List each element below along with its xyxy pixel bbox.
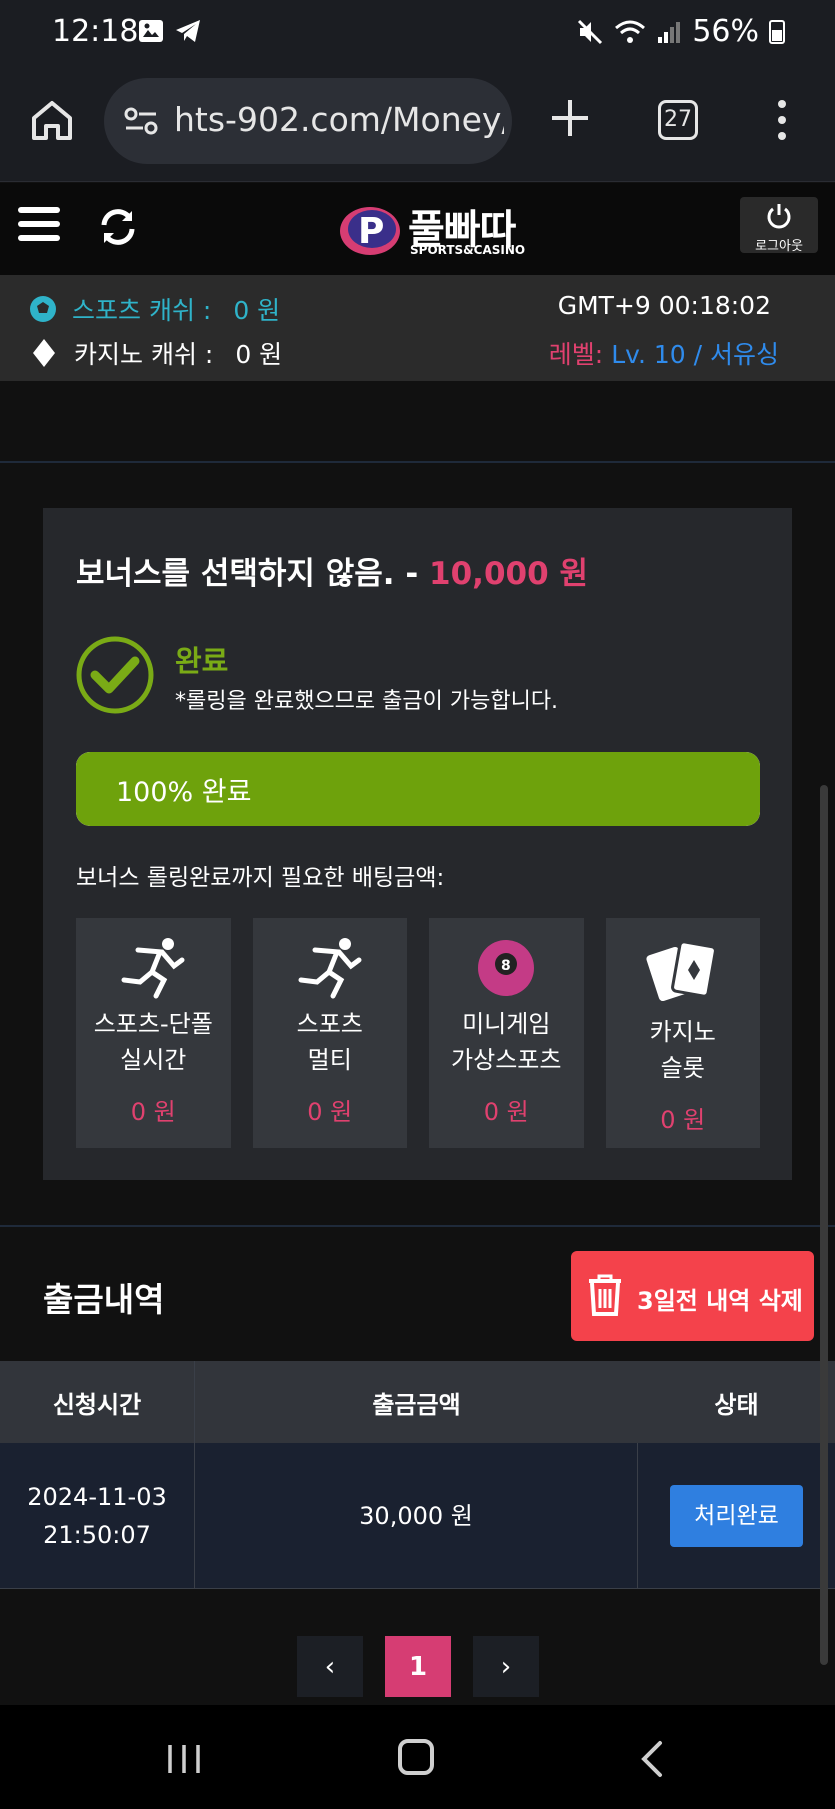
delete-history-label: 3일전 내역 삭제 (637, 1287, 803, 1315)
battery-percent: 56% (692, 14, 759, 49)
home-nav-icon[interactable] (398, 1739, 434, 1775)
runner-icon (121, 938, 185, 999)
tab-switcher-button[interactable]: 27 (658, 100, 698, 140)
server-time: GMT+9 00:18:02 (557, 291, 771, 320)
casino-cash-value: 0 원 (235, 340, 283, 369)
rolling-status: 완료 (175, 644, 229, 678)
scrollbar[interactable] (820, 785, 828, 1665)
rolling-note: *롤링을 완료했으므로 출금이 가능합니다. (175, 689, 559, 714)
amount-cell: 30,000 원 (195, 1443, 638, 1588)
menu-icon[interactable] (18, 207, 60, 247)
category-name: 카지노 슬롯 (649, 1018, 716, 1082)
sports-cash-value: 0 원 (233, 296, 281, 325)
logout-label: 로그아웃 (755, 239, 803, 254)
status-cell: 처리완료 (638, 1443, 835, 1588)
svg-text:8: 8 (501, 958, 511, 974)
spacer (0, 381, 835, 463)
category-value: 0 원 (483, 1098, 529, 1126)
category-value: 0 원 (130, 1098, 176, 1126)
bonus-panel: 보너스를 선택하지 않음. - 10,000 원 완료 *롤링을 완료했으므로 … (43, 508, 792, 1180)
pagination: ‹ 1 › (297, 1636, 539, 1697)
status-right: 56% (576, 14, 785, 49)
trash-icon (589, 1274, 621, 1316)
category-name: 스포츠-단폴 실시간 (93, 1010, 213, 1074)
address-bar[interactable]: hts-902.com/Money/ (104, 78, 512, 164)
status-bar: 12:18 56% (0, 0, 835, 66)
more-menu-icon[interactable] (770, 96, 794, 144)
diamond-icon (33, 339, 55, 367)
back-icon[interactable] (640, 1739, 664, 1779)
category-value: 0 원 (660, 1106, 706, 1134)
bonus-title: 보너스를 선택하지 않음. - 10,000 원 (76, 548, 588, 593)
delete-history-button[interactable]: 3일전 내역 삭제 (571, 1251, 814, 1341)
eight-ball-icon: 8 (478, 940, 535, 996)
check-circle-icon (76, 636, 154, 714)
site-settings-icon[interactable] (124, 106, 158, 136)
url-text: hts-902.com/Money/ (174, 100, 504, 139)
refresh-icon[interactable] (98, 207, 138, 247)
table-header: 신청시간 출금금액 상태 (0, 1361, 835, 1443)
category-card: 스포츠-단폴 실시간 0 원 (76, 918, 231, 1148)
bonus-amount: 10,000 원 (429, 556, 588, 592)
wifi-icon (615, 20, 646, 43)
page-button-current[interactable]: 1 (385, 1636, 451, 1697)
sports-cash-label: 스포츠 캐쉬 : (72, 296, 212, 325)
sports-cash-row: 스포츠 캐쉬 : 0 원 (28, 291, 280, 327)
withdrawal-title: 출금내역 (43, 1280, 165, 1319)
signal-icon (658, 21, 681, 43)
power-icon (767, 204, 791, 229)
status-badge[interactable]: 처리완료 (670, 1484, 803, 1547)
level-label: 레벨: (548, 340, 604, 369)
site-logo[interactable]: P 풀빠따 SPORTS&CASINO (338, 197, 528, 261)
category-name: 스포츠 멀티 (296, 1010, 363, 1074)
rolling-progress-bar: 100% 완료 (76, 752, 760, 826)
rolling-categories: 스포츠-단폴 실시간 0 원 스포츠 멀티 0 원 8 미니게임 가상스포츠 0 원 … (76, 918, 760, 1148)
home-icon[interactable] (30, 98, 74, 142)
logo-emblem-icon: P (340, 207, 400, 255)
withdrawal-header: 출금내역 3일전 내역 삭제 (0, 1225, 835, 1361)
column-header: 출금금액 (372, 1390, 461, 1419)
withdrawal-table: 신청시간 출금금액 상태 2024-11-03 21:50:07 30,000 원… (0, 1361, 835, 1589)
casino-cash-label: 카지노 캐쉬 : (74, 340, 214, 369)
browser-toolbar: hts-902.com/Money/ 27 (0, 66, 835, 182)
category-card: 카지노 슬롯 0 원 (605, 918, 760, 1148)
category-value: 0 원 (307, 1098, 353, 1126)
category-name: 미니게임 가상스포츠 (451, 1010, 562, 1074)
recent-apps-icon[interactable] (166, 1743, 202, 1775)
category-card: 스포츠 멀티 0 원 (252, 918, 407, 1148)
casino-cash-row: 카지노 캐쉬 : 0 원 (32, 335, 282, 371)
user-level: 레벨: Lv. 10 / 서유싱 (549, 335, 779, 371)
column-header: 신청시간 (0, 1361, 195, 1443)
logout-button[interactable]: 로그아웃 (740, 197, 818, 254)
account-info-bar: 스포츠 캐쉬 : 0 원 카지노 캐쉬 : 0 원 GMT+9 00:18:02… (0, 275, 835, 381)
column-header: 상태 (714, 1390, 759, 1419)
prev-page-button[interactable]: ‹ (297, 1636, 363, 1697)
site-header: P 풀빠따 SPORTS&CASINO 로그아웃 (0, 183, 835, 275)
progress-label: 100% 완료 (116, 777, 252, 808)
requirement-label: 보너스 롤링완료까지 필요한 배팅금액: (76, 865, 445, 891)
status-time: 12:18 (52, 14, 139, 49)
system-nav-bar (0, 1705, 835, 1809)
new-tab-icon[interactable] (548, 96, 592, 140)
gallery-icon (139, 20, 163, 42)
category-card: 8 미니게임 가상스포츠 0 원 (429, 918, 584, 1148)
runner-icon (298, 938, 362, 999)
battery-icon (769, 19, 785, 44)
table-row: 2024-11-03 21:50:07 30,000 원 처리완료 (0, 1443, 835, 1589)
svg-text:P: P (358, 211, 384, 252)
logo-subtitle: SPORTS&CASINO (410, 243, 526, 257)
cards-icon (646, 940, 717, 1002)
soccer-ball-icon (30, 296, 56, 322)
notification-icons (138, 18, 202, 44)
mute-icon (578, 19, 603, 44)
bonus-title-text: 보너스를 선택하지 않음. - (76, 556, 419, 592)
telegram-icon (176, 20, 200, 42)
bonus-section: 보너스를 선택하지 않음. - 10,000 원 완료 *롤링을 완료했으므로 … (0, 465, 835, 1225)
next-page-button[interactable]: › (473, 1636, 539, 1697)
level-value: Lv. 10 / 서유싱 (611, 340, 779, 369)
request-time-cell: 2024-11-03 21:50:07 (0, 1443, 195, 1588)
